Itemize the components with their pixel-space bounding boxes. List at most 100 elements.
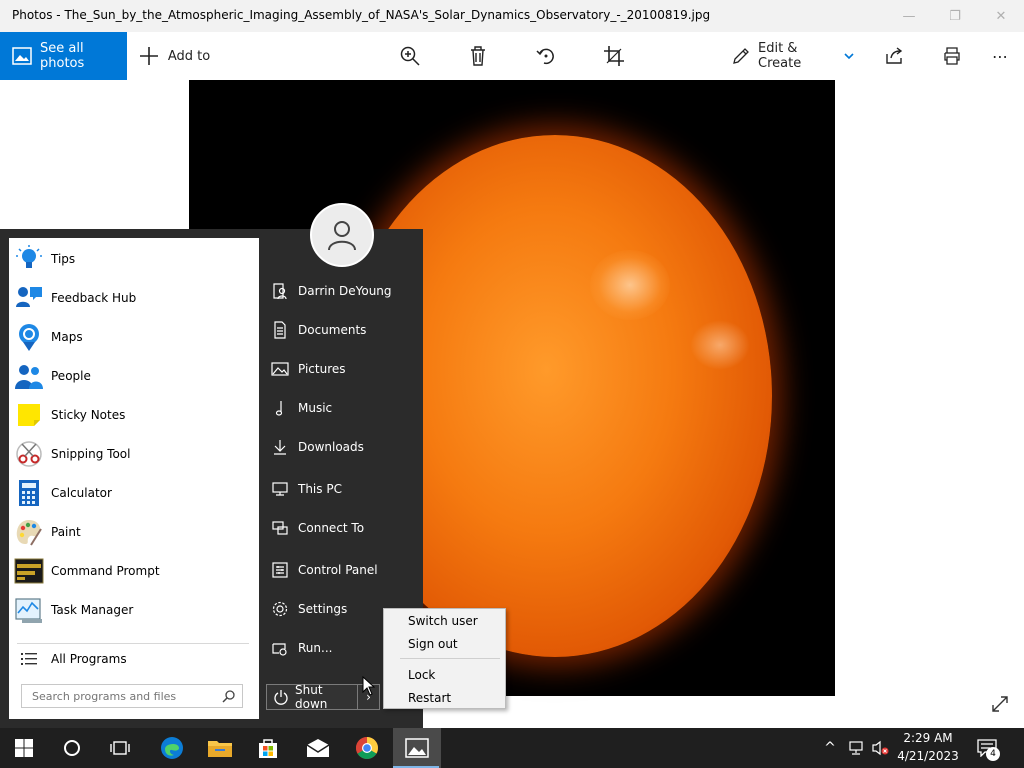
start-item-paint[interactable]: Paint	[9, 512, 259, 551]
menu-item-lock[interactable]: Lock	[384, 664, 505, 686]
network-icon	[847, 740, 865, 756]
photos-app-icon	[405, 737, 429, 759]
menu-item-restart[interactable]: Restart	[384, 687, 505, 709]
user-avatar[interactable]	[310, 203, 374, 267]
paint-icon	[12, 515, 46, 549]
taskbar-store[interactable]	[244, 728, 292, 768]
place-item-label: Control Panel	[298, 563, 378, 577]
shutdown-button[interactable]: Shut down	[266, 683, 358, 711]
search-icon	[222, 689, 236, 703]
pictures-icon	[269, 358, 291, 380]
store-bag-icon	[256, 736, 280, 760]
delete-button[interactable]	[460, 32, 496, 80]
menu-item-switch-user[interactable]: Switch user	[384, 610, 505, 632]
edit-create-label: Edit & Create	[758, 41, 802, 71]
zoom-button[interactable]	[392, 32, 428, 80]
mouse-cursor-icon	[362, 676, 375, 696]
search-box[interactable]	[21, 684, 243, 708]
search-input[interactable]	[32, 689, 222, 703]
minimize-button[interactable]: —	[886, 0, 932, 32]
taskbar-edge[interactable]	[148, 728, 196, 768]
all-programs-label: All Programs	[51, 652, 127, 666]
start-item-command-prompt[interactable]: Command Prompt	[9, 551, 259, 590]
shutdown-label: Shut down	[295, 683, 328, 711]
sticky-notes-icon	[12, 398, 46, 432]
edit-pen-icon	[732, 47, 750, 65]
list-icon	[12, 646, 46, 672]
rotate-button[interactable]	[528, 32, 564, 80]
start-item-label: People	[51, 368, 91, 383]
zoom-in-icon	[399, 45, 421, 67]
menu-item-sign-out[interactable]: Sign out	[384, 633, 505, 655]
taskbar-mail[interactable]	[294, 728, 342, 768]
place-item-music[interactable]: Music	[263, 390, 423, 426]
clock-date[interactable]: 4/21/2023	[880, 749, 976, 763]
notification-count-badge: 4	[986, 747, 1000, 761]
start-item-label: Maps	[51, 329, 83, 344]
close-button[interactable]: ✕	[978, 0, 1024, 32]
crop-icon	[603, 45, 625, 67]
start-item-snipping-tool[interactable]: Snipping Tool	[9, 434, 259, 473]
task-manager-icon	[12, 593, 46, 627]
divider	[17, 643, 249, 644]
place-item-this-pc[interactable]: This PC	[263, 471, 423, 507]
place-item-downloads[interactable]: Downloads	[263, 429, 423, 465]
expand-icon	[990, 694, 1010, 714]
more-options-button[interactable]: ⋯	[982, 32, 1018, 80]
cortana-button[interactable]	[48, 728, 96, 768]
network-button[interactable]	[844, 728, 868, 768]
user-icon	[325, 218, 359, 252]
start-item-sticky-notes[interactable]: Sticky Notes	[9, 395, 259, 434]
all-programs-button[interactable]: All Programs	[9, 646, 259, 672]
printer-icon	[942, 46, 962, 66]
share-button[interactable]	[876, 32, 912, 80]
fullscreen-button[interactable]	[986, 690, 1014, 718]
start-item-label: Snipping Tool	[51, 446, 131, 461]
see-all-photos-button[interactable]: See all photos	[0, 32, 127, 80]
place-item-pictures[interactable]: Pictures	[263, 351, 423, 387]
start-item-label: Sticky Notes	[51, 407, 126, 422]
edit-create-button[interactable]: Edit & Create	[732, 32, 854, 80]
calculator-icon	[12, 476, 46, 510]
crop-button[interactable]	[596, 32, 632, 80]
divider	[400, 658, 500, 659]
place-item-label: Downloads	[298, 440, 364, 454]
add-to-button[interactable]: Add to	[136, 32, 212, 80]
start-item-label: Command Prompt	[51, 563, 160, 578]
place-item-control-panel[interactable]: Control Panel	[263, 552, 423, 588]
chevron-down-icon	[844, 52, 854, 60]
place-item-label: Music	[298, 401, 333, 415]
place-item-user-folder[interactable]: Darrin DeYoung	[263, 273, 423, 309]
windows-logo-icon	[14, 738, 34, 758]
place-item-label: This PC	[298, 482, 342, 496]
place-item-connect-to[interactable]: Connect To	[263, 510, 423, 546]
maximize-button[interactable]: ❐	[932, 0, 978, 32]
downloads-icon	[269, 436, 291, 458]
start-button[interactable]	[0, 728, 48, 768]
start-item-maps[interactable]: Maps	[9, 317, 259, 356]
place-item-documents[interactable]: Documents	[263, 312, 423, 348]
share-icon	[884, 46, 904, 66]
start-item-label: Tips	[51, 251, 76, 266]
place-item-label: Darrin DeYoung	[298, 284, 392, 298]
taskbar-chrome[interactable]	[343, 728, 391, 768]
cortana-circle-icon	[63, 739, 81, 757]
print-button[interactable]	[934, 32, 970, 80]
start-item-calculator[interactable]: Calculator	[9, 473, 259, 512]
start-item-task-manager[interactable]: Task Manager	[9, 590, 259, 629]
this-pc-icon	[269, 478, 291, 500]
add-to-label: Add to	[167, 48, 211, 64]
start-item-people[interactable]: People	[9, 356, 259, 395]
clock-time[interactable]: 2:29 AM	[880, 731, 976, 745]
power-icon	[273, 689, 289, 705]
edge-browser-icon	[159, 735, 185, 761]
taskbar-photos[interactable]	[393, 728, 441, 768]
run-icon	[269, 637, 291, 659]
start-item-tips[interactable]: Tips	[9, 239, 259, 278]
start-item-feedback-hub[interactable]: Feedback Hub	[9, 278, 259, 317]
lightbulb-icon	[12, 242, 46, 276]
task-view-button[interactable]	[96, 728, 144, 768]
settings-gear-icon	[269, 598, 291, 620]
taskbar-file-explorer[interactable]	[196, 728, 244, 768]
show-hidden-icons-button[interactable]: ^	[820, 728, 840, 768]
